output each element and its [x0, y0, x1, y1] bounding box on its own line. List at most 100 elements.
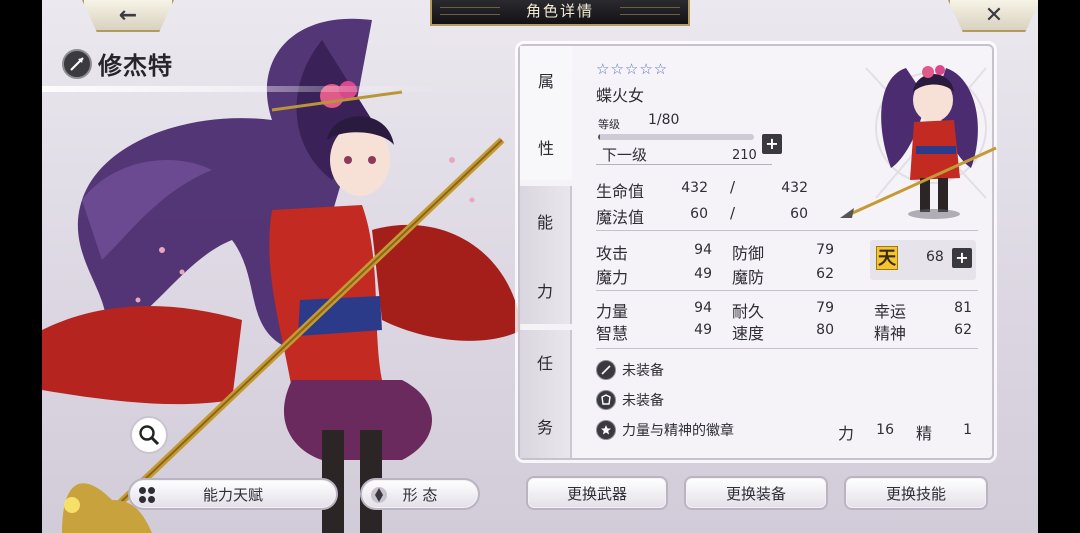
tab-attributes[interactable]: 属 性 — [520, 46, 572, 180]
divider-combat — [596, 290, 978, 291]
spd-value: 80 — [816, 322, 834, 338]
attributes-content: ☆☆☆☆☆ 蝶火女 等级 1/80 + 下一级 210 生命值 432 / 43… — [572, 46, 997, 458]
tab-abilities[interactable]: 能 力 — [520, 186, 572, 324]
ability-talent-button[interactable]: 能力天赋 — [128, 478, 338, 510]
next-level-underline — [596, 164, 772, 165]
level-progress-fill — [598, 134, 600, 140]
tab-abilities-char-1: 能 — [536, 212, 553, 232]
name-underline — [42, 86, 442, 92]
title-ornament-left — [440, 7, 500, 15]
int-label: 智慧 — [596, 324, 629, 343]
end-value: 79 — [816, 300, 834, 316]
character-name-row: 修杰特 — [62, 46, 173, 81]
page-title: 角色详情 — [525, 2, 594, 20]
info-tabs: 属 性 能 力 任 务 — [520, 46, 572, 458]
tab-missions[interactable]: 任 务 — [520, 330, 572, 458]
spd-label: 速度 — [732, 324, 765, 343]
badge-slot-label: 力量与精神的徽章 — [622, 423, 734, 439]
badge-str-value: 16 — [876, 422, 894, 438]
heaven-talent-icon: 天 — [876, 246, 898, 270]
luck-value: 81 — [954, 300, 972, 316]
mdef-label: 魔防 — [732, 268, 765, 287]
spirit-label: 精神 — [874, 324, 907, 343]
luck-label: 幸运 — [874, 302, 907, 321]
character-chibi-portrait — [840, 65, 997, 219]
badge-str-label: 力 — [838, 424, 855, 443]
spear-icon — [62, 48, 92, 79]
title-ornament-right — [620, 7, 680, 15]
form-button[interactable]: 形 态 — [360, 478, 480, 510]
next-level-label: 下一级 — [602, 146, 648, 164]
level-label: 等级 — [598, 118, 620, 131]
mag-label: 魔力 — [596, 268, 629, 287]
page-title-bar: 角色详情 — [430, 0, 690, 26]
atk-label: 攻击 — [596, 244, 629, 263]
armor-slot-icon — [596, 390, 616, 410]
weapon-slot[interactable]: 未装备 — [596, 360, 664, 380]
change-weapon-button[interactable]: 更换武器 — [526, 476, 668, 510]
atk-value: 94 — [694, 242, 712, 258]
tab-missions-char-2: 务 — [536, 418, 553, 437]
badge-spirit-value: 1 — [963, 422, 972, 438]
close-x-icon: ✕ — [984, 2, 1004, 28]
character-detail-screen: 修杰特 ← 角色详情 ✕ 能力天赋 形 态 属 性 能 力 任 务 ☆☆☆☆☆ … — [42, 0, 1038, 533]
right-letterbox — [1038, 0, 1080, 533]
change-skill-button[interactable]: 更换技能 — [844, 476, 988, 510]
str-value: 94 — [694, 300, 712, 316]
form-label: 形 态 — [402, 485, 438, 504]
str-label: 力量 — [596, 302, 629, 321]
talent-stat-box: 天 68 + — [870, 240, 976, 280]
mdef-value: 62 — [816, 266, 834, 282]
level-up-plus-button[interactable]: + — [762, 134, 782, 154]
change-weapon-label: 更换武器 — [566, 484, 627, 503]
hp-slash: / — [730, 178, 736, 196]
level-value: 1/80 — [648, 112, 680, 128]
character-name: 修杰特 — [98, 52, 173, 80]
badge-star-icon — [596, 420, 616, 440]
class-name: 蝶火女 — [596, 86, 645, 105]
character-info-panel: 属 性 能 力 任 务 ☆☆☆☆☆ 蝶火女 等级 1/80 + 下一级 210 … — [518, 44, 997, 460]
zoom-artwork-button[interactable] — [130, 416, 168, 454]
tab-attributes-char-1: 属 — [537, 71, 554, 91]
next-level-exp: 210 — [732, 148, 757, 163]
back-button[interactable]: ← — [82, 0, 174, 32]
change-equip-button[interactable]: 更换装备 — [684, 476, 828, 510]
back-arrow-icon: ← — [118, 2, 138, 28]
talent-value: 68 — [926, 249, 944, 265]
int-value: 49 — [694, 322, 712, 338]
def-label: 防御 — [732, 244, 765, 263]
tab-attributes-char-2: 性 — [537, 138, 554, 158]
hp-current: 432 — [681, 180, 708, 196]
badge-slot[interactable]: 力量与精神的徽章 — [596, 420, 734, 440]
change-skill-label: 更换技能 — [885, 484, 946, 503]
tab-abilities-char-2: 力 — [536, 281, 553, 301]
magnifier-icon — [139, 425, 160, 446]
mp-slash: / — [730, 204, 736, 222]
hp-label: 生命值 — [596, 182, 645, 201]
form-emblem-icon — [371, 487, 387, 503]
armor-slot[interactable]: 未装备 — [596, 390, 664, 410]
spirit-value: 62 — [954, 322, 972, 338]
end-label: 耐久 — [732, 302, 765, 321]
def-value: 79 — [816, 242, 834, 258]
rarity-stars: ☆☆☆☆☆ — [596, 60, 669, 78]
armor-slot-label: 未装备 — [622, 393, 664, 409]
weapon-slot-label: 未装备 — [622, 363, 664, 379]
talent-grid-icon — [139, 487, 155, 503]
spear-slot-icon — [596, 360, 616, 380]
tab-missions-char-1: 任 — [536, 354, 553, 373]
close-button[interactable]: ✕ — [948, 0, 1038, 32]
ability-talent-label: 能力天赋 — [202, 485, 263, 504]
mp-current: 60 — [690, 206, 708, 222]
level-progress-bar — [598, 134, 754, 140]
divider-vitals — [596, 230, 978, 231]
divider-attributes — [596, 348, 978, 349]
talent-plus-button[interactable]: + — [952, 248, 972, 268]
mp-max: 60 — [790, 206, 808, 222]
hp-max: 432 — [781, 180, 808, 196]
mag-value: 49 — [694, 266, 712, 282]
badge-spirit-label: 精 — [916, 424, 933, 443]
left-letterbox — [0, 0, 42, 533]
mp-label: 魔法值 — [596, 208, 645, 227]
change-equip-label: 更换装备 — [725, 484, 786, 503]
